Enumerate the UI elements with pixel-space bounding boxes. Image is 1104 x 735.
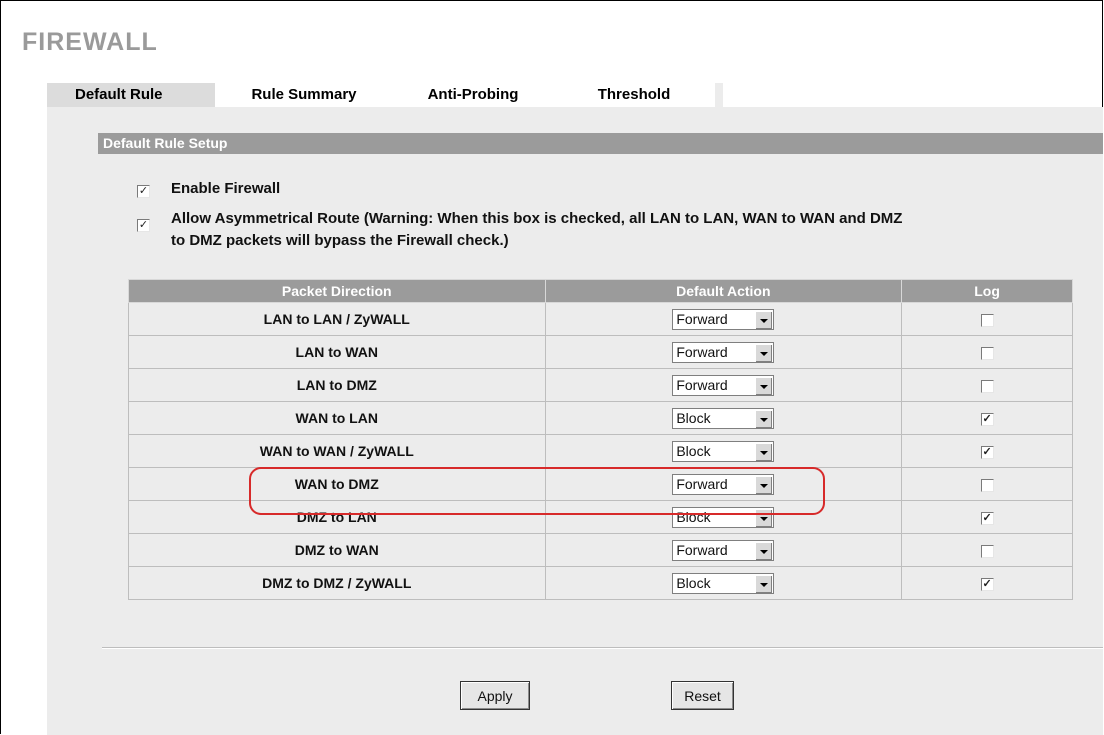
default-action-cell: Block [544,566,903,600]
table-row: LAN to WAN Forward [128,335,1073,369]
log-checkbox[interactable] [980,379,994,393]
tab-default-rule[interactable]: Default Rule [47,83,215,107]
default-action-cell: Forward [544,335,903,369]
log-cell [901,368,1073,402]
table-row: LAN to DMZ Forward [128,368,1073,402]
default-action-cell: Block [544,500,903,534]
packet-direction-cell: DMZ to LAN [128,500,546,534]
default-action-value: Block [676,508,711,525]
default-action-cell: Forward [544,533,903,567]
column-header-action: Default Action [544,279,903,303]
table-row: DMZ to DMZ / ZyWALL Block ✓ [128,566,1073,600]
packet-direction-cell: WAN to WAN / ZyWALL [128,434,546,468]
chevron-down-icon[interactable] [755,508,773,527]
table-row: WAN to DMZ Forward [128,467,1073,501]
chevron-down-icon[interactable] [755,541,773,560]
table-row: DMZ to WAN Forward [128,533,1073,567]
chevron-down-icon[interactable] [755,442,773,461]
log-checkbox[interactable] [980,544,994,558]
default-action-select[interactable]: Forward [672,308,775,330]
table-row: LAN to LAN / ZyWALL Forward [128,302,1073,336]
log-checkbox[interactable] [980,346,994,360]
section-header: Default Rule Setup [98,133,1103,154]
default-action-value: Forward [676,475,728,492]
asymmetrical-route-label-line1: Allow Asymmetrical Route (Warning: When … [171,210,903,227]
packet-direction-cell: DMZ to WAN [128,533,546,567]
default-action-select[interactable]: Block [672,572,775,594]
table-header-row: Packet Direction Default Action Log [128,279,1073,303]
default-action-value: Forward [676,376,728,393]
apply-button[interactable]: Apply [460,681,530,710]
enable-firewall-label: Enable Firewall [171,180,281,197]
log-cell: ✓ [901,500,1073,534]
asymmetrical-route-label-line2: to DMZ packets will bypass the Firewall … [171,232,509,249]
default-action-select[interactable]: Block [672,407,775,429]
packet-direction-cell: LAN to LAN / ZyWALL [128,302,546,336]
default-action-value: Forward [676,310,728,327]
log-cell: ✓ [901,434,1073,468]
log-checkbox[interactable]: ✓ [980,577,994,591]
default-action-select[interactable]: Forward [672,374,775,396]
tab-anti-probing[interactable]: Anti-Probing [393,83,553,107]
default-action-select[interactable]: Block [672,440,775,462]
default-action-cell: Forward [544,467,903,501]
column-header-log: Log [901,279,1073,303]
log-cell [901,467,1073,501]
log-checkbox[interactable] [980,313,994,327]
default-action-select[interactable]: Block [672,506,775,528]
reset-button[interactable]: Reset [671,681,734,710]
tab-rule-summary[interactable]: Rule Summary [215,83,393,107]
default-action-value: Forward [676,343,728,360]
packet-direction-cell: LAN to WAN [128,335,546,369]
log-cell [901,533,1073,567]
log-cell [901,302,1073,336]
default-action-cell: Forward [544,368,903,402]
table-row: DMZ to LAN Block ✓ [128,500,1073,534]
chevron-down-icon[interactable] [755,376,773,395]
chevron-down-icon[interactable] [755,343,773,362]
chevron-down-icon[interactable] [755,409,773,428]
log-checkbox[interactable]: ✓ [980,511,994,525]
default-action-cell: Block [544,434,903,468]
default-action-cell: Forward [544,302,903,336]
packet-direction-cell: WAN to DMZ [128,467,546,501]
chevron-down-icon[interactable] [755,310,773,329]
log-checkbox[interactable] [980,478,994,492]
page-title: FIREWALL [22,28,158,56]
tab-panel: Default Rule Setup ✓ Enable Firewall ✓ A… [47,107,1103,735]
enable-firewall-checkbox[interactable]: ✓ [137,185,150,198]
default-action-value: Block [676,409,711,426]
default-action-value: Block [676,442,711,459]
packet-direction-cell: LAN to DMZ [128,368,546,402]
log-cell: ✓ [901,566,1073,600]
table-row: WAN to LAN Block ✓ [128,401,1073,435]
tab-bar: Default Rule Rule Summary Anti-Probing T… [47,83,723,107]
column-header-direction: Packet Direction [128,279,546,303]
chevron-down-icon[interactable] [755,475,773,494]
log-checkbox[interactable]: ✓ [980,445,994,459]
default-action-select[interactable]: Forward [672,473,775,495]
default-action-value: Forward [676,541,728,558]
chevron-down-icon[interactable] [755,574,773,593]
default-action-value: Block [676,574,711,591]
default-action-select[interactable]: Forward [672,341,775,363]
log-cell [901,335,1073,369]
asymmetrical-route-checkbox[interactable]: ✓ [137,219,150,232]
default-action-cell: Block [544,401,903,435]
packet-direction-cell: DMZ to DMZ / ZyWALL [128,566,546,600]
table-row: WAN to WAN / ZyWALL Block ✓ [128,434,1073,468]
log-cell: ✓ [901,401,1073,435]
tab-threshold[interactable]: Threshold [553,83,723,107]
divider [102,647,1103,649]
log-checkbox[interactable]: ✓ [980,412,994,426]
packet-direction-cell: WAN to LAN [128,401,546,435]
default-action-select[interactable]: Forward [672,539,775,561]
default-rule-table: Packet Direction Default Action Log LAN … [128,279,1073,600]
